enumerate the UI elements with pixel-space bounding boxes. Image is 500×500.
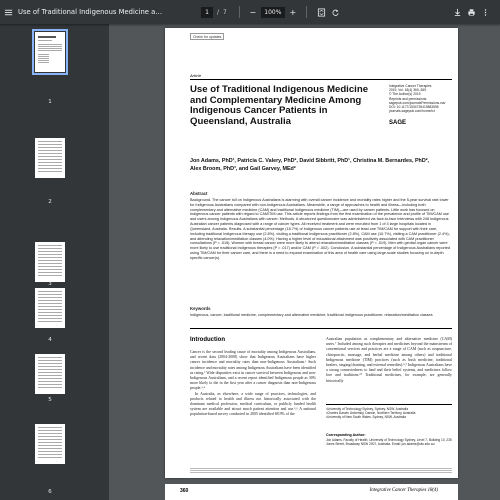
check-for-updates-badge[interactable]: Check for updates [190, 33, 225, 40]
toolbar-divider [305, 6, 307, 18]
thumbnail-page-number: 2 [48, 199, 52, 205]
page-thumbnail[interactable] [35, 288, 65, 328]
print-icon[interactable] [464, 0, 478, 24]
corresponding-author-heading: Corresponding Author: [326, 433, 366, 437]
pdf-toolbar: Use of Traditional Indigenous Medicine a… [0, 0, 500, 24]
keywords-text: Indigenous, cancer, traditional medicine… [190, 312, 433, 317]
author-list: Jon Adams, PhD¹, Patricia C. Valery, PhD… [190, 158, 430, 172]
thumbnail-page-number: 4 [48, 337, 52, 343]
keywords-heading: Keywords [190, 306, 211, 311]
abstract-text: Background. The cancer toll on Indigenou… [190, 197, 451, 260]
document-title: Use of Traditional Indigenous Medicine a… [18, 8, 164, 16]
left-column-text: Cancer is the second leading cause of mo… [190, 350, 316, 418]
publisher-logo: SAGE [389, 120, 407, 126]
document-viewer[interactable]: Check for updates Article Use of Traditi… [109, 24, 500, 500]
thumbnail-page-number: 1 [48, 99, 52, 105]
abstract-heading: Abstract [190, 191, 208, 196]
zoom-in-button[interactable]: + [288, 8, 298, 17]
zoom-out-button[interactable]: − [248, 8, 258, 17]
total-pages: 7 [223, 8, 227, 16]
page-thumbnail[interactable] [32, 29, 68, 75]
introduction-heading: Introduction [190, 337, 225, 343]
download-icon[interactable] [450, 0, 464, 24]
affiliation-line: ³University of New South Wales, Sydney, … [326, 415, 406, 420]
corresponding-author-text: Jon Adams, Faculty of Health, University… [326, 438, 452, 447]
toolbar-divider [238, 6, 240, 18]
article-type-label: Article [190, 73, 202, 78]
page-number: 360 [180, 488, 189, 494]
toolbar-actions [450, 0, 500, 24]
thumbnail-sidebar: 1 2 3 4 5 6 [0, 24, 109, 500]
page-thumbnail[interactable] [35, 354, 65, 394]
header-rule [190, 79, 452, 80]
page-controls: 1 / 7 − 100% + [201, 0, 343, 24]
keywords-section: Keywords Indigenous, cancer, traditional… [190, 306, 452, 318]
affiliations: ¹University of Technology Sydney, Sydney… [326, 407, 452, 419]
rotate-icon[interactable] [329, 0, 343, 24]
page-thumbnail[interactable] [35, 138, 65, 178]
page-thumbnail[interactable] [35, 424, 65, 464]
hamburger-menu-icon[interactable] [0, 0, 16, 24]
more-icon[interactable] [478, 0, 492, 24]
abstract-section: Abstract Background. The cancer toll on … [190, 191, 452, 261]
section-rule [190, 328, 452, 329]
right-column-text: Australian population as complementary a… [326, 337, 452, 383]
page-separator: / [217, 8, 220, 16]
thumbnail-page-number: 5 [48, 397, 52, 403]
journal-info: Integrative Cancer Therapies 2019, Vol. … [389, 84, 455, 113]
thumbnail-page-number: 6 [48, 489, 52, 495]
zoom-level-input[interactable]: 100% [260, 6, 285, 18]
intro-paragraph: In Australia, as elsewhere, a wide range… [190, 391, 316, 417]
fit-page-icon[interactable] [315, 0, 329, 24]
running-header: Integrative Cancer Therapies 18(4) [369, 488, 438, 493]
thumbnail-page-number: 3 [48, 281, 52, 287]
license-footer [190, 468, 452, 475]
page-number-input[interactable]: 1 [201, 6, 213, 18]
article-title: Use of Traditional Indigenous Medicine a… [190, 84, 369, 127]
journal-info-line: journals.sagepub.com/home/ict [389, 109, 435, 114]
intro-paragraph: Cancer is the second leading cause of mo… [190, 350, 316, 391]
pdf-page-2: 360 Integrative Cancer Therapies 18(4) [165, 484, 458, 500]
page-thumbnail[interactable] [35, 242, 65, 282]
pdf-page-1: Check for updates Article Use of Traditi… [165, 28, 458, 478]
